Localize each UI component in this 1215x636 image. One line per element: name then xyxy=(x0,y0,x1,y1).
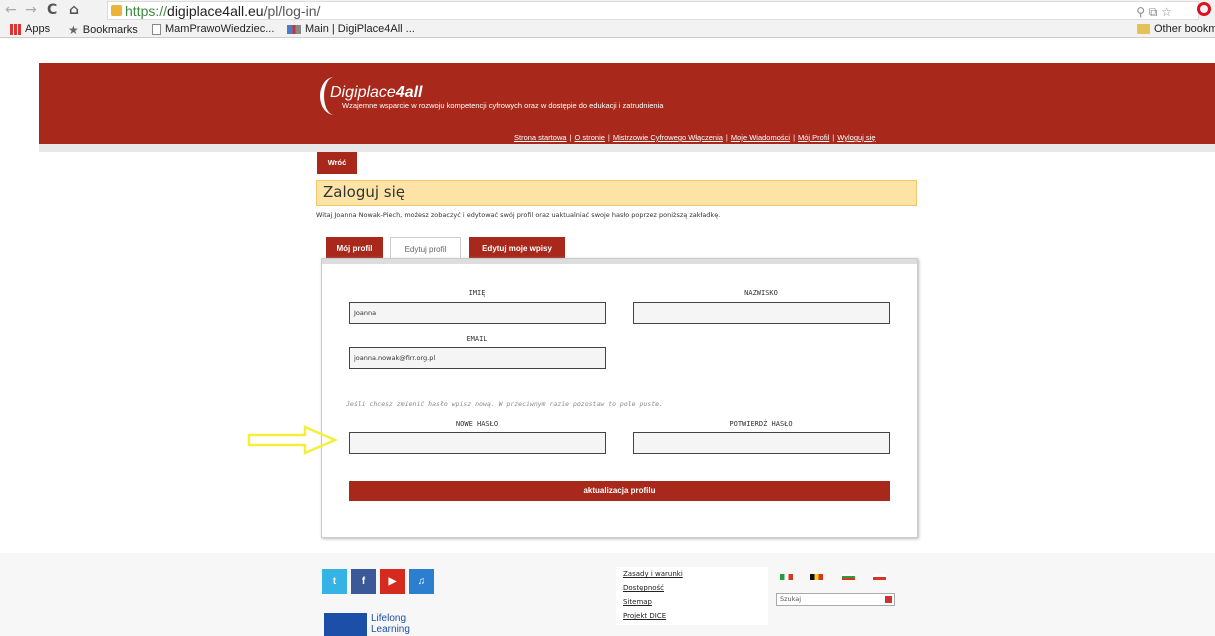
intro-text: Witaj Joanna Nowak-Piech, możesz zobaczy… xyxy=(316,211,721,219)
flag-bulgaria-icon[interactable] xyxy=(842,574,855,580)
site-footer xyxy=(0,553,1215,636)
page-icon xyxy=(152,23,161,35)
nav-about[interactable]: O stronie xyxy=(574,133,604,142)
update-profile-button[interactable]: aktualizacja profilu xyxy=(349,481,890,501)
footer-link-sitemap[interactable]: Sitemap xyxy=(623,598,652,606)
new-password-label: NOWE HASŁO xyxy=(455,420,499,428)
address-bar[interactable]: https://digiplace4all.eu/pl/log-in/ ⚲ ⧉ … xyxy=(107,1,1199,20)
confirm-password-field[interactable] xyxy=(633,432,890,454)
nav-messages[interactable]: Moje Wiadomości xyxy=(731,133,790,142)
opera-icon[interactable] xyxy=(1197,2,1211,16)
first-name-label: IMIĘ xyxy=(468,289,486,297)
eu-flag-icon xyxy=(324,613,367,636)
browser-chrome: ← → C ⌂ https://digiplace4all.eu/pl/log-… xyxy=(0,0,1215,38)
password-hint: Jeśli chcesz zmienić hasło wpisz nową. W… xyxy=(346,400,663,408)
bookmark-bookmarks[interactable]: ★ Bookmarks xyxy=(68,23,138,37)
new-password-field[interactable] xyxy=(349,432,606,454)
email-label: EMAIL xyxy=(466,335,488,343)
last-name-field[interactable] xyxy=(633,302,890,324)
nav-champions[interactable]: Mistrzowie Cyfrowego Włączenia xyxy=(613,133,723,142)
confirm-password-label: POTWIERDŹ HASŁO xyxy=(729,420,793,428)
address-url: https://digiplace4all.eu/pl/log-in/ xyxy=(125,3,321,19)
tab-my-profile[interactable]: Mój profil xyxy=(326,237,383,260)
zoom-icon[interactable]: ⚲ ⧉ ☆ xyxy=(1136,5,1172,20)
bookmarks-bar: Apps ★ Bookmarks MamPrawoWiedziec... Main… xyxy=(0,21,1215,38)
footer-link-terms[interactable]: Zasady i warunki xyxy=(623,570,683,578)
header-shadow xyxy=(39,144,1215,152)
bookmark-digiplace[interactable]: Main | DigiPlace4All ... xyxy=(287,23,415,35)
reload-icon[interactable]: C xyxy=(47,3,57,17)
page-title-bar: Zaloguj się xyxy=(316,180,917,206)
site-favicon-icon xyxy=(287,24,301,34)
nav-my-profile[interactable]: Mój Profil xyxy=(798,133,829,142)
tab-edit-profile[interactable]: Edytuj profil xyxy=(390,237,461,259)
page-title: Zaloguj się xyxy=(323,183,405,201)
nav-home[interactable]: Strona startowa xyxy=(514,133,567,142)
tab-edit-entries[interactable]: Edytuj moje wpisy xyxy=(469,237,565,260)
bookmark-mamprawo[interactable]: MamPrawoWiedziec... xyxy=(152,23,274,35)
search-icon[interactable] xyxy=(885,596,892,603)
flag-italy-icon[interactable] xyxy=(780,574,793,580)
music-icon[interactable]: ♫ xyxy=(409,569,434,594)
home-icon[interactable]: ⌂ xyxy=(69,3,79,17)
footer-search-input[interactable]: Szukaj xyxy=(776,593,895,606)
lifelong-learning-logo: Lifelong Learning xyxy=(371,613,410,635)
star-icon: ★ xyxy=(68,23,79,37)
nav-logout[interactable]: Wyloguj się xyxy=(837,133,875,142)
apps-icon xyxy=(10,23,21,35)
facebook-icon[interactable]: f xyxy=(351,569,376,594)
site-logo[interactable]: Digiplace4all xyxy=(330,84,423,102)
twitter-icon[interactable]: t xyxy=(322,569,347,594)
lock-icon xyxy=(111,5,122,16)
browser-toolbar: ← → C ⌂ https://digiplace4all.eu/pl/log-… xyxy=(0,0,1215,21)
bookmark-other[interactable]: Other bookm xyxy=(1137,23,1215,35)
back-button[interactable]: Wróć xyxy=(317,152,357,174)
bookmark-apps[interactable]: Apps xyxy=(10,23,50,35)
annotation-arrow-icon xyxy=(247,425,339,455)
last-name-label: NAZWISKO xyxy=(744,289,778,297)
footer-link-dice[interactable]: Projekt DICE xyxy=(623,612,666,620)
back-arrow-icon[interactable]: ← xyxy=(5,3,17,17)
folder-icon xyxy=(1137,24,1150,34)
flag-belgium-icon[interactable] xyxy=(810,574,823,580)
top-navigation: Strona startowa | O stronie | Mistrzowie Cyf… xyxy=(514,133,876,142)
flag-poland-icon[interactable] xyxy=(873,574,886,580)
youtube-icon[interactable]: ▶ xyxy=(380,569,405,594)
forward-arrow-icon[interactable]: → xyxy=(25,3,37,17)
site-tagline: Wzajemne wsparcie w rozwoju kompetencji … xyxy=(342,101,664,110)
first-name-field[interactable]: Joanna xyxy=(349,302,606,324)
email-field[interactable]: joanna.nowak@firr.org.pl xyxy=(349,347,606,369)
footer-link-accessibility[interactable]: Dostępność xyxy=(623,584,664,592)
